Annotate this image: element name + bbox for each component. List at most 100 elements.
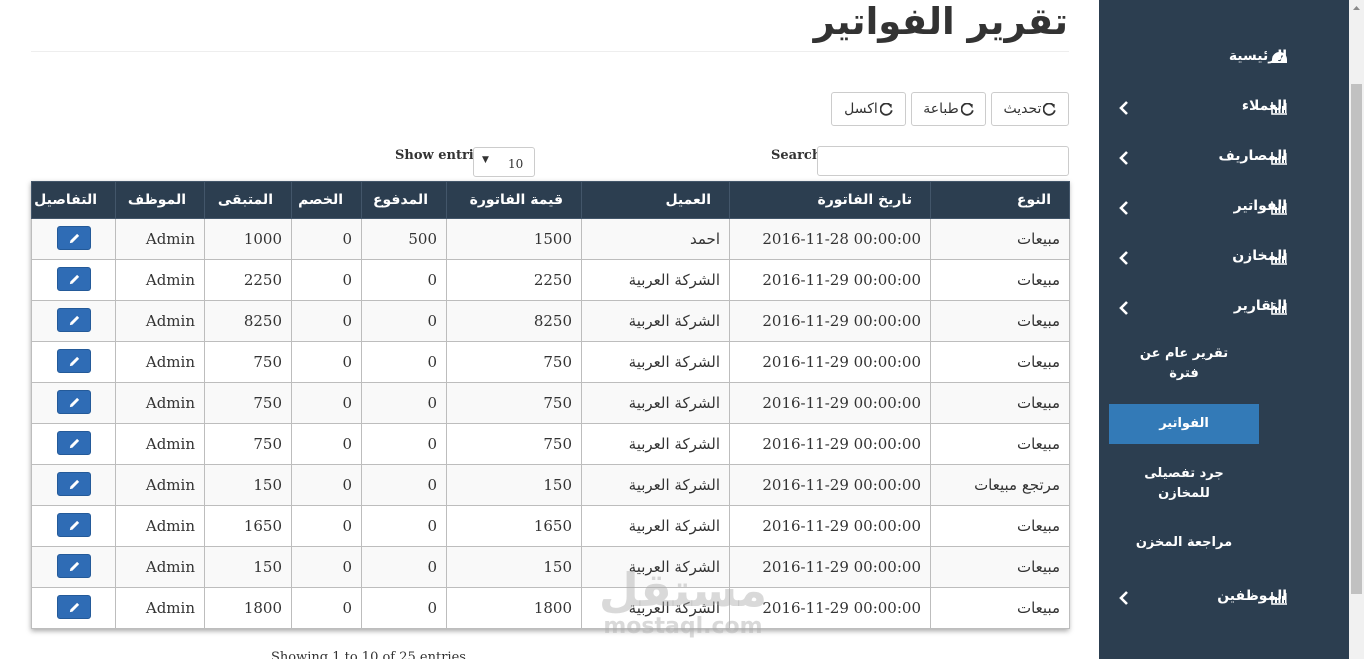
edit-button[interactable] <box>56 431 91 455</box>
cell-invoice-date: 2016-11-29 00:00:00 <box>729 423 931 465</box>
cell-invoice-date: 2016-11-29 00:00:00 <box>729 300 931 342</box>
column-header-remaining[interactable]: المتبقى <box>204 181 292 219</box>
cell-employee: Admin <box>115 259 205 301</box>
excel-button[interactable]: اكسل <box>831 92 906 126</box>
edit-button[interactable] <box>56 595 91 619</box>
table-info-text: Showing 1 to 10 of 25 entries <box>271 650 466 659</box>
sidebar-item-invoices[interactable]: الفواتير <box>1099 188 1349 228</box>
cell-paid: 0 <box>361 259 447 301</box>
cell-discount: 0 <box>291 587 362 629</box>
cell-details <box>31 464 116 506</box>
sidebar-item-home[interactable]: الرئيسية <box>1099 38 1349 78</box>
cell-invoice-date: 2016-11-29 00:00:00 <box>729 505 931 547</box>
sidebar-item-stores[interactable]: المخازن <box>1099 238 1349 278</box>
search-input[interactable] <box>817 146 1069 176</box>
sidebar-subitem-inventory[interactable]: جرد تفصيلى للمخازن <box>1109 464 1259 504</box>
sidebar-item-reports[interactable]: التقارير <box>1099 288 1349 328</box>
print-button[interactable]: طباعة <box>911 92 986 126</box>
cell-type: مبيعات <box>930 218 1070 260</box>
cell-paid: 0 <box>361 341 447 383</box>
column-header-invoice-value[interactable]: قيمة الفاتورة <box>446 181 582 219</box>
cell-paid: 0 <box>361 546 447 588</box>
cell-remaining: 1650 <box>204 505 292 547</box>
cell-customer: الشركة العربية <box>581 382 730 424</box>
cell-discount: 0 <box>291 382 362 424</box>
cell-remaining: 2250 <box>204 259 292 301</box>
cell-invoice-date: 2016-11-29 00:00:00 <box>729 464 931 506</box>
column-header-customer[interactable]: العميل <box>581 181 730 219</box>
cell-paid: 500 <box>361 218 447 260</box>
cell-type: مبيعات <box>930 300 1070 342</box>
edit-button[interactable] <box>56 308 91 332</box>
sidebar-item-customers[interactable]: العملاء <box>1099 88 1349 128</box>
cell-type: مبيعات <box>930 259 1070 301</box>
cell-employee: Admin <box>115 382 205 424</box>
cell-invoice-value: 750 <box>446 341 582 383</box>
column-header-type[interactable]: النوع <box>930 181 1070 219</box>
edit-button[interactable] <box>56 226 91 250</box>
cell-discount: 0 <box>291 464 362 506</box>
table-header-row: التفاصيل الموظف المتبقى الخصم المدفوع قي… <box>31 181 1070 219</box>
sidebar-item-expenses[interactable]: المصاريف <box>1099 138 1349 178</box>
cell-discount: 0 <box>291 546 362 588</box>
page-title: تقرير الفواتير <box>813 0 1068 43</box>
column-header-employee[interactable]: الموظف <box>115 181 205 219</box>
watermark-arabic: مستقل <box>598 563 768 617</box>
sidebar-subitem-period-report[interactable]: تقرير عام عن فترة <box>1109 344 1259 384</box>
column-header-details[interactable]: التفاصيل <box>31 181 116 219</box>
sidebar-item-label: المصاريف <box>1218 148 1287 164</box>
cell-discount: 0 <box>291 218 362 260</box>
table-row: Admin 750 0 0 750 الشركة العربية 2016-11-29 00… <box>31 423 1070 465</box>
cell-invoice-value: 1800 <box>446 587 582 629</box>
cell-customer: الشركة العربية <box>581 423 730 465</box>
table-row: Admin 8250 0 0 8250 الشركة العربية 2016-11-29 … <box>31 300 1070 342</box>
cell-customer: الشركة العربية <box>581 341 730 383</box>
column-header-paid[interactable]: المدفوع <box>361 181 447 219</box>
chevron-left-icon <box>1119 201 1128 215</box>
pencil-icon <box>69 274 79 285</box>
cell-employee: Admin <box>115 464 205 506</box>
sidebar-item-employees[interactable]: الموظفين <box>1099 578 1349 618</box>
cell-details <box>31 587 116 629</box>
cell-type: مبيعات <box>930 587 1070 629</box>
column-header-invoice-date[interactable]: تاريخ الفاتورة <box>729 181 931 219</box>
sidebar-item-label: الموظفين <box>1217 588 1287 604</box>
cell-type: مبيعات <box>930 505 1070 547</box>
column-header-discount[interactable]: الخصم <box>291 181 362 219</box>
scrollbar-thumb[interactable] <box>1351 84 1362 594</box>
cell-invoice-date: 2016-11-29 00:00:00 <box>729 382 931 424</box>
cell-type: مبيعات <box>930 382 1070 424</box>
table-row: Admin 1800 0 0 1800 الشركة العربية 2016-11-29 … <box>31 587 1070 629</box>
entries-select[interactable]: ▼ 10 <box>473 147 535 177</box>
cell-invoice-value: 1500 <box>446 218 582 260</box>
sidebar-subitem-invoices-active[interactable]: الفواتير <box>1109 404 1259 444</box>
page-scrollbar[interactable] <box>1349 0 1364 659</box>
chevron-left-icon <box>1119 101 1128 115</box>
edit-button[interactable] <box>56 472 91 496</box>
entries-value: 10 <box>508 157 524 171</box>
cell-employee: Admin <box>115 300 205 342</box>
scroll-up-arrow-icon[interactable] <box>1349 0 1364 15</box>
edit-button[interactable] <box>56 554 91 578</box>
chevron-left-icon <box>1119 251 1128 265</box>
edit-button[interactable] <box>56 267 91 291</box>
edit-button[interactable] <box>56 513 91 537</box>
sidebar-subitem-store-review[interactable]: مراجعة المخزن <box>1109 533 1259 553</box>
table-row: Admin 150 0 0 150 الشركة العربية 2016-11-29 00… <box>31 464 1070 506</box>
sidebar: الرئيسية العملاء المصاريف الفواتير المخا… <box>1099 0 1349 659</box>
cell-invoice-date: 2016-11-29 00:00:00 <box>729 341 931 383</box>
pencil-icon <box>69 520 79 531</box>
edit-button[interactable] <box>56 390 91 414</box>
edit-button[interactable] <box>56 349 91 373</box>
cell-invoice-date: 2016-11-28 00:00:00 <box>729 218 931 260</box>
cell-employee: Admin <box>115 218 205 260</box>
refresh-icon <box>1043 102 1057 116</box>
cell-paid: 0 <box>361 505 447 547</box>
excel-label: اكسل <box>844 101 878 117</box>
cell-customer: الشركة العربية <box>581 505 730 547</box>
pencil-icon <box>69 561 79 572</box>
refresh-button[interactable]: تحديث <box>991 92 1069 126</box>
cell-remaining: 750 <box>204 423 292 465</box>
cell-customer: احمد <box>581 218 730 260</box>
cell-customer: الشركة العربية <box>581 259 730 301</box>
